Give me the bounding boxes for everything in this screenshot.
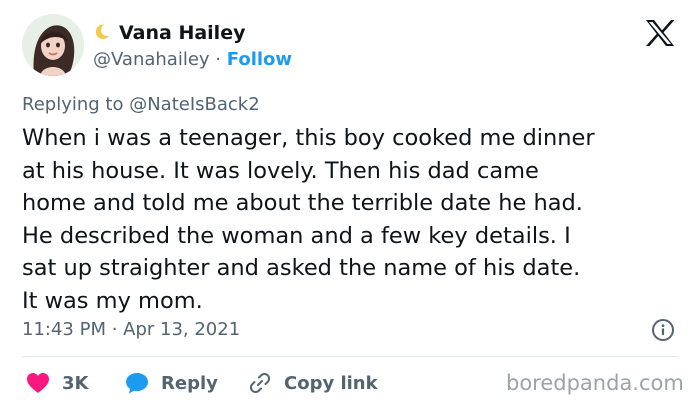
link-icon [249, 372, 271, 394]
tweet-card: Vana Hailey @Vanahailey · Follow Replyin… [0, 0, 700, 410]
follow-button[interactable]: Follow [227, 49, 292, 70]
x-logo-icon[interactable] [643, 18, 677, 48]
heart-icon [27, 373, 49, 393]
copy-link-label: Copy link [284, 372, 378, 394]
tweet-text: When i was a teenager, this boy cooked m… [22, 125, 595, 314]
reply-label: Reply [161, 372, 218, 394]
like-count: 3K [62, 372, 89, 394]
replying-to-prefix: Replying to [22, 94, 124, 115]
avatar-illustration [22, 14, 84, 76]
info-icon[interactable] [651, 318, 675, 342]
handle-separator: · [215, 49, 222, 70]
replying-to-line: Replying to @NateIsBack2 [22, 94, 260, 115]
reply-target-handle[interactable]: @NateIsBack2 [129, 94, 259, 115]
copy-link-button[interactable]: Copy link [248, 370, 378, 396]
crescent-moon-icon [93, 23, 111, 44]
divider [22, 356, 678, 357]
avatar[interactable] [22, 14, 84, 76]
speech-bubble-icon [126, 373, 148, 394]
reply-button[interactable]: Reply [125, 370, 218, 396]
handle-line: @Vanahailey · Follow [93, 49, 292, 70]
tweet-timestamp[interactable]: 11:43 PM · Apr 13, 2021 [22, 319, 240, 340]
like-button[interactable]: 3K [26, 370, 88, 396]
user-handle[interactable]: @Vanahailey [93, 49, 210, 70]
display-name[interactable]: Vana Hailey [93, 22, 245, 44]
display-name-text: Vana Hailey [119, 22, 246, 44]
watermark: boredpanda.com [506, 371, 684, 395]
